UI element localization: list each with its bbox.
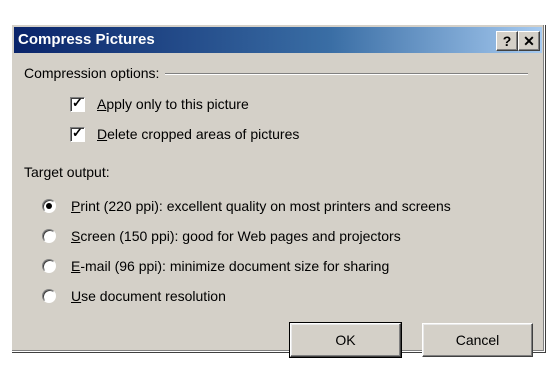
radio-print[interactable]: Print (220 ppi): excellent quality on mo… [42, 198, 451, 214]
close-icon: ✕ [523, 33, 535, 49]
checkmark-icon: ✓ [72, 124, 83, 140]
apply-only-this-picture-checkbox-row[interactable]: ✓ Apply only to this picture [70, 94, 249, 112]
help-button[interactable]: ? [496, 31, 518, 51]
radio-selected-dot [46, 203, 52, 209]
radio-email-label: E-mail (96 ppi): minimize document size … [71, 258, 390, 274]
radio-document-resolution[interactable]: Use document resolution [42, 288, 226, 304]
radio-document-resolution-label: Use document resolution [71, 288, 226, 304]
radio-screen[interactable]: Screen (150 ppi): good for Web pages and… [42, 228, 401, 244]
radio-screen-button[interactable] [42, 229, 56, 243]
close-button[interactable]: ✕ [518, 31, 540, 51]
cancel-button[interactable]: Cancel [422, 323, 533, 357]
delete-cropped-checkbox[interactable]: ✓ [70, 124, 85, 142]
compress-pictures-dialog: Compress Pictures ? ✕ Compression option… [11, 24, 545, 358]
radio-document-resolution-button[interactable] [42, 289, 56, 303]
radio-email-button[interactable] [42, 259, 56, 273]
compression-options-label: Compression options: [24, 65, 166, 81]
checkmark-icon: ✓ [72, 94, 83, 110]
apply-only-label: Apply only to this picture [97, 96, 249, 112]
title-bar: Compress Pictures ? ✕ [14, 27, 542, 53]
delete-cropped-areas-checkbox-row[interactable]: ✓ Delete cropped areas of pictures [70, 124, 300, 142]
radio-print-label: Print (220 ppi): excellent quality on mo… [71, 198, 451, 214]
ok-button[interactable]: OK [289, 322, 402, 358]
dialog-title: Compress Pictures [18, 31, 155, 48]
delete-cropped-label: Delete cropped areas of pictures [97, 126, 300, 142]
radio-screen-label: Screen (150 ppi): good for Web pages and… [71, 228, 401, 244]
radio-email[interactable]: E-mail (96 ppi): minimize document size … [42, 258, 389, 274]
radio-print-button[interactable] [42, 199, 56, 213]
target-output-label: Target output: [24, 164, 116, 180]
apply-only-checkbox[interactable]: ✓ [70, 94, 85, 112]
